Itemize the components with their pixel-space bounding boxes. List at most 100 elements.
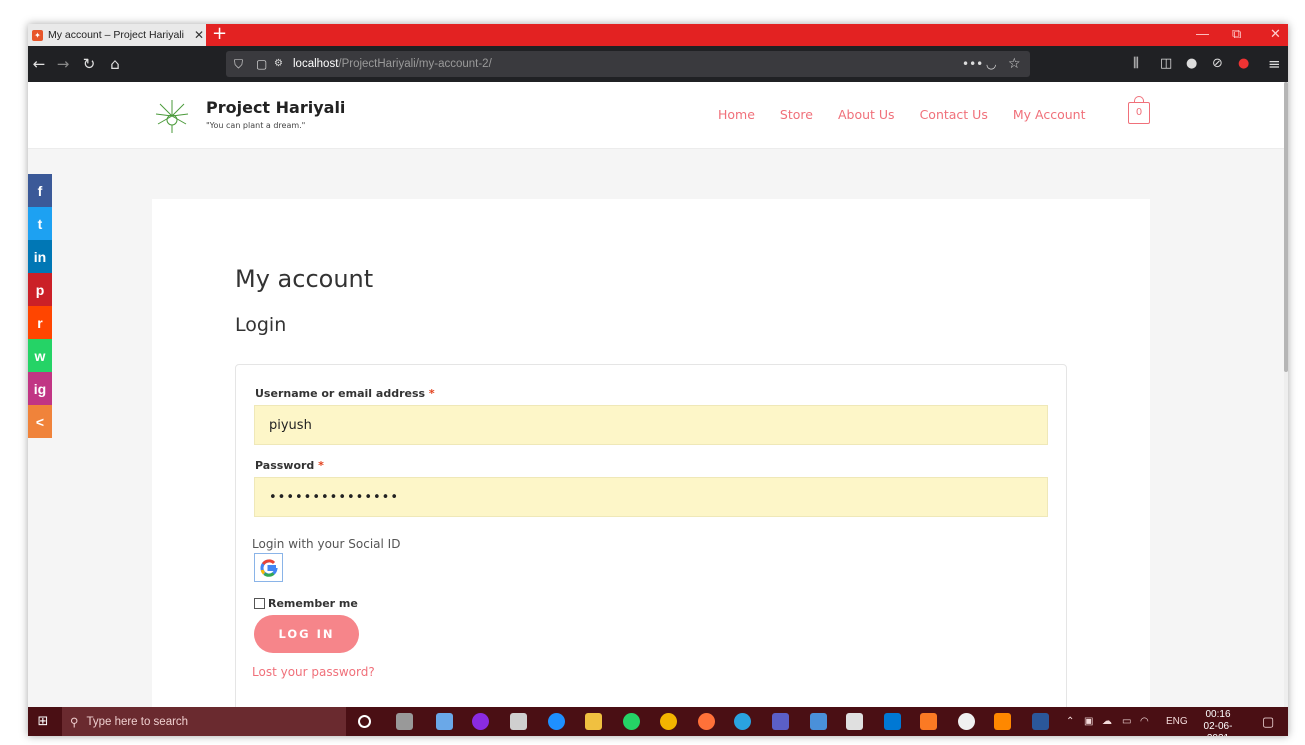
tray-meet-icon[interactable]: ▣ [1084, 707, 1093, 736]
tray-battery-icon[interactable]: ▭ [1122, 707, 1131, 736]
file-explorer-icon[interactable] [585, 713, 602, 730]
dev-app-icon[interactable] [810, 713, 827, 730]
app-purple-icon[interactable] [472, 713, 489, 730]
whatsapp-icon[interactable] [623, 713, 640, 730]
teams-icon[interactable] [772, 713, 789, 730]
menu-store[interactable]: Store [780, 107, 813, 122]
social-login-label: Login with your Social ID [252, 537, 401, 551]
page-info-icon[interactable]: ▢ [256, 51, 267, 77]
menu-my-account[interactable]: My Account [1013, 107, 1086, 122]
firefox-icon[interactable] [698, 713, 715, 730]
app-cube-icon[interactable] [846, 713, 863, 730]
new-tab-button[interactable]: + [212, 24, 227, 46]
username-label-text: Username or email address [255, 387, 426, 400]
word-icon[interactable] [1032, 713, 1049, 730]
remember-me-checkbox[interactable] [254, 598, 265, 609]
home-icon[interactable]: ⌂ [104, 46, 126, 82]
restore-button[interactable]: ⧉ [1232, 24, 1241, 46]
site-header: Project Hariyali "You can plant a dream.… [28, 82, 1284, 149]
more-actions-icon[interactable]: ••• [962, 51, 983, 77]
tab-bar: ✦ My account – Project Hariyali ✕ + — ⧉ … [28, 24, 1288, 46]
google-icon [259, 558, 278, 577]
pinterest-share-icon[interactable]: p [28, 273, 52, 306]
xampp-icon[interactable] [920, 713, 937, 730]
task-view-icon[interactable] [396, 713, 413, 730]
app-3d-icon[interactable] [436, 713, 453, 730]
remember-me[interactable]: Remember me [254, 597, 358, 610]
navigation-bar: ← → ↻ ⌂ ⛉ ▢ ⚙ localhost/ProjectHariyali/… [28, 46, 1288, 82]
scroll-thumb[interactable] [1284, 82, 1288, 372]
login-heading: Login [235, 314, 287, 336]
tray-chevron-icon[interactable]: ⌃ [1066, 707, 1074, 736]
url-text[interactable]: localhost/ProjectHariyali/my-account-2/ [293, 51, 492, 77]
tab-close-icon[interactable]: ✕ [192, 28, 206, 42]
cortana-icon[interactable] [358, 715, 371, 728]
edge-icon[interactable] [548, 713, 565, 730]
hamburger-menu-icon[interactable]: ≡ [1268, 46, 1281, 82]
login-button[interactable]: LOG IN [254, 615, 359, 653]
google-login-button[interactable] [254, 553, 283, 582]
menu-about-us[interactable]: About Us [838, 107, 895, 122]
account-card: My account Login Username or email addre… [152, 199, 1150, 707]
username-input[interactable]: piyush [254, 405, 1048, 445]
taskbar-search-placeholder: Type here to search [86, 715, 189, 728]
share-more-icon[interactable]: < [28, 405, 52, 438]
password-input[interactable]: ••••••••••••••• [254, 477, 1048, 517]
url-path: /ProjectHariyali/my-account-2/ [338, 58, 492, 70]
lock-extension-icon[interactable]: ● [1238, 46, 1249, 82]
linkedin-share-icon[interactable]: in [28, 240, 52, 273]
bookmark-star-icon[interactable]: ☆ [1008, 51, 1021, 77]
forward-icon[interactable]: → [52, 46, 74, 82]
url-host: localhost [293, 58, 339, 70]
page-scrollbar[interactable] [1284, 82, 1288, 707]
facebook-share-icon[interactable]: f [28, 174, 52, 207]
social-share-bar: f t in p r w ig < [28, 174, 52, 438]
instagram-share-icon[interactable]: ig [28, 372, 52, 405]
reddit-share-icon[interactable]: r [28, 306, 52, 339]
tab-title: My account – Project Hariyali [48, 29, 184, 41]
cart-icon[interactable]: 0 [1128, 96, 1150, 124]
reload-icon[interactable]: ↻ [78, 46, 100, 82]
search-icon: ⚲ [70, 716, 79, 729]
site-brand[interactable]: Project Hariyali [206, 98, 345, 117]
chrome-icon[interactable] [660, 713, 677, 730]
tray-cloud-icon[interactable]: ☁ [1102, 707, 1112, 736]
sidebar-icon[interactable]: ◫ [1160, 46, 1172, 82]
permissions-icon[interactable]: ⚙ [274, 51, 283, 77]
blocker-icon[interactable]: ⊘ [1212, 46, 1223, 82]
minimize-button[interactable]: — [1196, 24, 1209, 46]
login-form: Username or email address * piyush Passw… [235, 364, 1067, 707]
clock-time: 00:16 [1205, 709, 1231, 720]
address-bar[interactable]: ⛉ ▢ ⚙ localhost/ProjectHariyali/my-accou… [226, 51, 1030, 77]
tray-language[interactable]: ENG [1166, 707, 1188, 736]
app-round-icon[interactable] [958, 713, 975, 730]
menu-contact-us[interactable]: Contact Us [920, 107, 988, 122]
menu-home[interactable]: Home [718, 107, 755, 122]
windows-start-icon[interactable]: ⊞ [32, 707, 54, 736]
twitter-share-icon[interactable]: t [28, 207, 52, 240]
tray-wifi-icon[interactable]: ◠ [1140, 707, 1149, 736]
pocket-icon[interactable]: ◡ [986, 51, 996, 77]
tab-my-account[interactable]: ✦ My account – Project Hariyali ✕ [28, 24, 206, 46]
vlc-icon[interactable] [994, 713, 1011, 730]
whatsapp-share-icon[interactable]: w [28, 339, 52, 372]
page-title: My account [235, 265, 374, 293]
close-window-button[interactable]: ✕ [1270, 24, 1281, 46]
notifications-icon[interactable]: ▢ [1262, 707, 1274, 736]
clock-date: 02-06-2021 [1203, 721, 1233, 736]
taskbar-search[interactable]: ⚲ Type here to search [62, 707, 346, 736]
vscode-icon[interactable] [884, 713, 901, 730]
username-label: Username or email address * [255, 387, 435, 400]
lost-password-link[interactable]: Lost your password? [252, 665, 375, 679]
cart-count: 0 [1135, 107, 1143, 118]
tray-clock[interactable]: 00:16 02-06-2021 [1196, 709, 1240, 736]
app-inkscape-icon[interactable] [510, 713, 527, 730]
tree-logo-icon[interactable] [152, 96, 192, 136]
shield-icon: ⛉ [234, 57, 244, 71]
back-icon[interactable]: ← [28, 46, 50, 82]
extension-p-icon[interactable]: ● [1186, 46, 1197, 82]
windows-taskbar: ⊞ ⚲ Type here to search ⌃ ▣ ☁ ▭ ◠ ENG 00… [28, 707, 1288, 736]
password-label: Password * [255, 459, 324, 472]
library-icon[interactable]: ⫼ [1133, 46, 1139, 82]
telegram-icon[interactable] [734, 713, 751, 730]
